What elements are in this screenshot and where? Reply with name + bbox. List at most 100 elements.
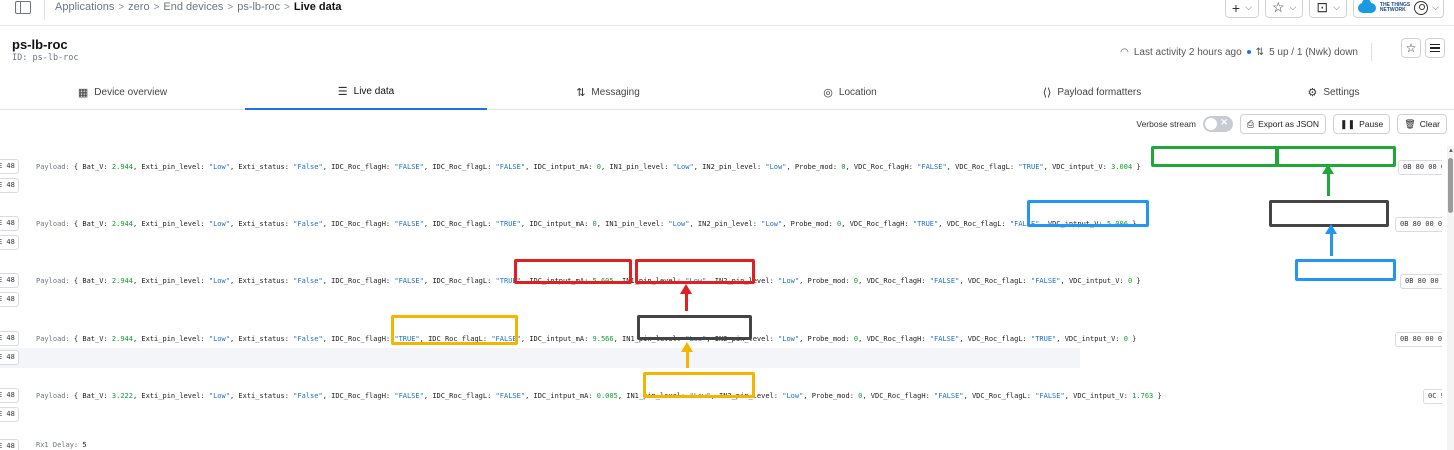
- raw-payload-chip[interactable]: 0B 80 00 0: [1395, 332, 1442, 347]
- tab-label: Location: [838, 86, 877, 98]
- chevron-down-icon: ⌵: [1289, 2, 1297, 12]
- clear-button[interactable]: 🗑 Clear: [1397, 114, 1447, 134]
- annotation-arrow-blue: [1325, 224, 1337, 256]
- payload-value: "Low": [208, 392, 230, 400]
- tab-messaging[interactable]: ⇅ Messaging: [487, 74, 729, 110]
- payload-value: "TRUE": [394, 335, 420, 343]
- payload-value: "False": [293, 163, 323, 171]
- verbose-stream-label: Verbose stream: [1136, 119, 1196, 129]
- event-meta-row[interactable]: E 48: [0, 348, 1080, 368]
- live-data-toolbar: Verbose stream ✕ ⎙ Export as JSON ❚❚ Pau…: [1136, 114, 1447, 134]
- payload-value: "Low": [208, 220, 230, 228]
- raw-payload-chip[interactable]: 0B 80 00 0: [1398, 160, 1442, 175]
- profile-menu-button[interactable]: THE THINGS NETWORK ⌵: [1352, 0, 1444, 18]
- breadcrumb-application[interactable]: zero: [128, 1, 149, 13]
- raw-payload-chip[interactable]: 0B 80 00 0: [1400, 274, 1442, 289]
- payload-label: Payload:: [36, 392, 70, 400]
- sidebar-toggle-icon[interactable]: [15, 1, 31, 14]
- payload-key: IDC_Roc_flagH: [331, 277, 386, 285]
- star-icon: ☆: [1271, 0, 1285, 15]
- up-down-icon: ⇅: [1255, 46, 1265, 58]
- event-row-rx-delay[interactable]: E 48 Rx1 Delay: 5: [0, 435, 1442, 450]
- event-hex-fragment: E 48: [0, 292, 19, 307]
- breadcrumb-separator: >: [118, 1, 125, 13]
- verbose-stream-toggle[interactable]: ✕: [1202, 116, 1233, 132]
- payload-value: "Low": [672, 163, 694, 171]
- payload-value: 0: [841, 163, 846, 171]
- event-row[interactable]: E 48 Payload: { Bat_V: 2.944, Exti_pin_le…: [0, 327, 1442, 347]
- add-menu-button[interactable]: + ⌵: [1224, 0, 1259, 18]
- payload-key: IN2_pin_level: [702, 163, 757, 171]
- event-row[interactable]: E 48 Payload: { Bat_V: 2.944, Exti_pin_le…: [0, 212, 1442, 232]
- payload-value: "FALSE": [394, 220, 424, 228]
- chevron-down-icon: ⌵: [1432, 2, 1439, 12]
- payload-key: Exti_status: [238, 163, 285, 171]
- tab-label: Messaging: [591, 86, 640, 98]
- event-meta-row[interactable]: E 48: [0, 290, 1442, 310]
- payload-key: IDC_Roc_flagH: [331, 392, 386, 400]
- device-menu-button[interactable]: [1425, 38, 1445, 58]
- payload-key: IDC_intput_mA: [529, 277, 585, 285]
- payload-label: Payload:: [36, 163, 70, 171]
- payload-value: "False": [293, 220, 323, 228]
- top-bar: Applications > zero > End devices > ps-l…: [0, 0, 1454, 26]
- user-icon: [1414, 0, 1429, 15]
- payload-key: Probe_mod: [807, 277, 846, 285]
- event-meta-row[interactable]: E 48: [0, 405, 1442, 425]
- pause-button[interactable]: ❚❚ Pause: [1333, 114, 1391, 134]
- payload-key: VDC_Roc_flagH: [849, 220, 905, 228]
- payload-value: 3.004: [1111, 163, 1133, 171]
- scroll-up-arrow-icon[interactable]: ▲: [1448, 148, 1454, 154]
- event-row[interactable]: E 48 Payload: { Bat_V: 2.944, Exti_pin_le…: [0, 269, 1442, 289]
- payload-key: IN1_pin_level: [622, 335, 677, 343]
- location-pin-icon: ◎: [823, 86, 833, 99]
- payload-key: Probe_mod: [794, 163, 833, 171]
- payload-key: Bat_V: [82, 277, 104, 285]
- tab-payload-formatters[interactable]: ⟨⟩ Payload formatters: [971, 74, 1213, 110]
- breadcrumb-current: Live data: [293, 1, 342, 13]
- breadcrumb-applications[interactable]: Applications: [55, 1, 114, 13]
- tab-device-overview[interactable]: ▦ Device overview: [0, 74, 245, 110]
- payload-key: Exti_status: [238, 220, 285, 228]
- event-row[interactable]: E 48 Payload: { Bat_V: 2.944, Exti_pin_le…: [0, 155, 1442, 175]
- event-meta-row[interactable]: E 48: [0, 176, 1442, 196]
- event-row[interactable]: E 48 Payload: { Bat_V: 3.222, Exti_pin_le…: [0, 384, 1442, 404]
- payload-key: IDC_Roc_flagH: [331, 163, 386, 171]
- menu-icon: [1430, 44, 1440, 52]
- bookmarks-menu-button[interactable]: ☆ ⌵: [1264, 0, 1304, 18]
- events-scrollbar[interactable]: ▲: [1447, 146, 1454, 450]
- payload-value: "Low": [761, 220, 783, 228]
- export-json-button[interactable]: ⎙ Export as JSON: [1239, 114, 1327, 134]
- tab-location[interactable]: ◎ Location: [729, 74, 971, 110]
- rx-delay-line: Rx1 Delay: 5: [36, 441, 87, 449]
- raw-payload-chip[interactable]: 0C 9: [1423, 389, 1442, 404]
- notifications-menu-button[interactable]: ⊡ ⌵: [1309, 0, 1347, 18]
- payload-value: "Low": [208, 163, 230, 171]
- rx-delay-value: 5: [82, 441, 87, 449]
- payload-value: "FALSE": [917, 163, 947, 171]
- payload-key: VDC_Roc_flagH: [870, 392, 926, 400]
- payload-value: "Low": [208, 335, 230, 343]
- star-device-button[interactable]: ☆: [1401, 38, 1421, 58]
- tab-live-data[interactable]: ☰ Live data: [245, 74, 487, 110]
- rx-delay-label: Rx1 Delay:: [36, 441, 79, 449]
- payload-key: IDC_intput_mA: [533, 163, 589, 171]
- payload-key: VDC_intput_V: [1052, 163, 1103, 171]
- scrollbar-thumb[interactable]: [1448, 158, 1453, 213]
- header-divider: [1371, 43, 1372, 61]
- breadcrumb-end-devices[interactable]: End devices: [163, 1, 223, 13]
- payload-key: Bat_V: [82, 220, 104, 228]
- toggle-knob: [1204, 118, 1217, 130]
- raw-payload-chip[interactable]: 0B 80 00 0: [1395, 217, 1442, 232]
- payload-key: Bat_V: [82, 335, 104, 343]
- payload-key: VDC_intput_V: [1047, 220, 1099, 228]
- payload-label: Payload:: [36, 277, 70, 285]
- breadcrumb-separator: >: [284, 1, 290, 13]
- trash-icon: 🗑: [1404, 118, 1416, 129]
- payload-key: IN1_pin_level: [622, 277, 677, 285]
- event-hex-fragment: E 48: [0, 350, 19, 365]
- event-meta-row[interactable]: E 48: [0, 233, 1442, 253]
- breadcrumb-device[interactable]: ps-lb-roc: [237, 1, 280, 13]
- payload-value: 9.566: [592, 335, 614, 343]
- tab-settings[interactable]: ⚙ Settings: [1213, 74, 1454, 110]
